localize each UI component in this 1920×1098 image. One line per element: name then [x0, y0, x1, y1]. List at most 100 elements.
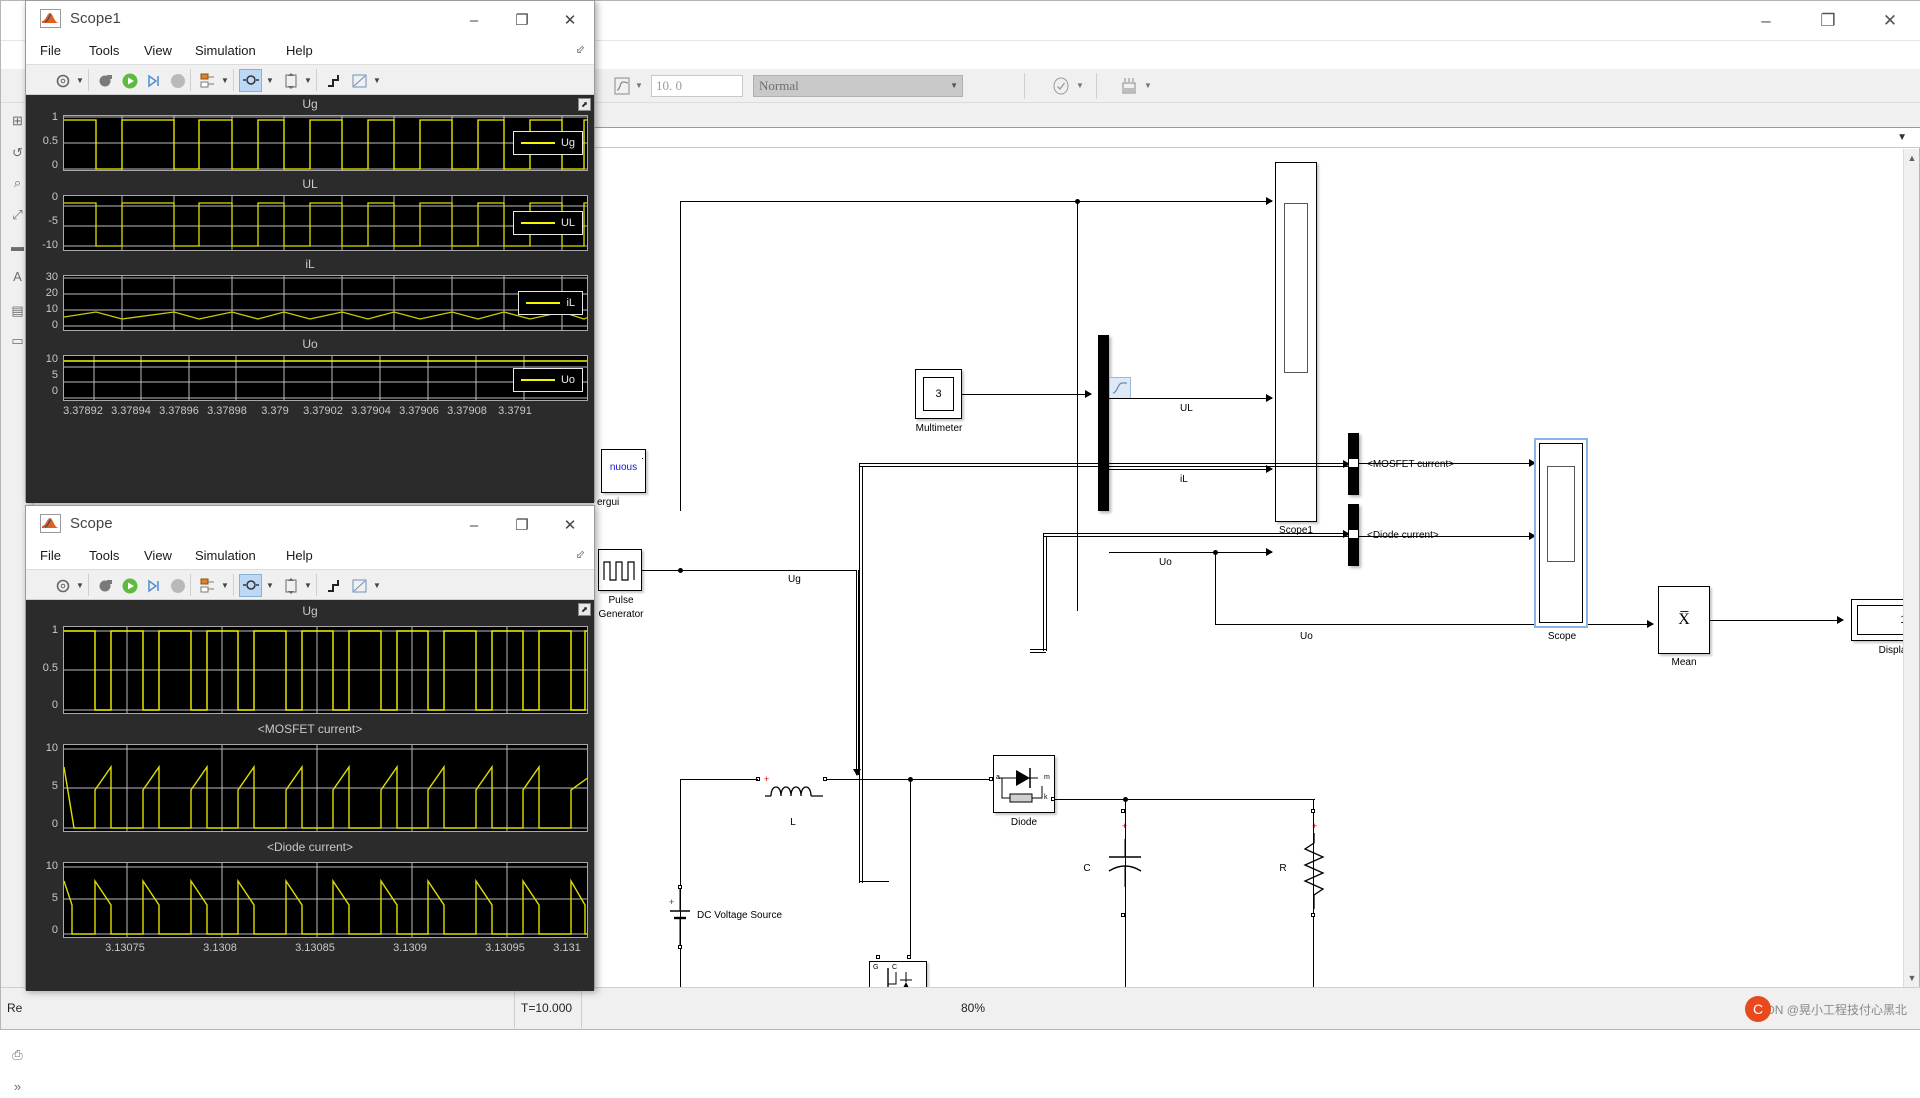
zoom-x-icon[interactable]: [239, 574, 262, 597]
measure-icon[interactable]: [322, 69, 345, 92]
layout-dropdown-caret[interactable]: ▼: [221, 581, 229, 590]
scope2-maximize-button[interactable]: ❐: [498, 506, 546, 544]
stop-icon[interactable]: [166, 574, 189, 597]
build-dropdown-caret[interactable]: ▼: [1144, 81, 1153, 90]
scope2-minimize-button[interactable]: –: [450, 506, 498, 544]
scope1-menu-view[interactable]: View: [144, 43, 172, 58]
scope1-plot-ul[interactable]: UL: [63, 195, 588, 251]
scope1-menu-file[interactable]: File: [40, 43, 61, 58]
config-dropdown-caret[interactable]: ▼: [76, 76, 84, 85]
scope-icon[interactable]: [609, 73, 635, 99]
scope1-menu-help[interactable]: Help: [286, 43, 313, 58]
cursor-icon[interactable]: [348, 574, 371, 597]
autoscale-dropdown-caret[interactable]: ▼: [304, 581, 312, 590]
build-icon[interactable]: [1116, 73, 1142, 99]
layout-icon[interactable]: [196, 69, 219, 92]
scope1-plot-uo[interactable]: Uo: [63, 355, 588, 401]
scope1-titlebar[interactable]: Scope1 – ❐ ✕: [26, 1, 594, 39]
zoom-dropdown-caret[interactable]: ▼: [266, 581, 274, 590]
autoscale-icon[interactable]: [279, 69, 302, 92]
scope1-window[interactable]: Scope1 – ❐ ✕ File Tools View Simulation …: [25, 0, 595, 503]
block-scope1[interactable]: [1275, 162, 1317, 522]
cursor-dropdown-caret[interactable]: ▼: [373, 581, 381, 590]
scope1-close-button[interactable]: ✕: [546, 1, 594, 39]
print-icon[interactable]: [94, 69, 117, 92]
scroll-up-icon[interactable]: ▲: [1906, 152, 1918, 164]
print-icon[interactable]: [94, 574, 117, 597]
layout-dropdown-caret[interactable]: ▼: [221, 76, 229, 85]
run-icon[interactable]: [118, 69, 141, 92]
close-button[interactable]: ✕: [1859, 1, 1920, 41]
run-icon[interactable]: [118, 574, 141, 597]
sim-mode-select[interactable]: Normal ▼: [753, 75, 963, 97]
block-bus-selector-diode[interactable]: [1348, 504, 1359, 566]
block-capacitor[interactable]: [1107, 839, 1143, 887]
scope1-plot-il[interactable]: iL: [63, 275, 588, 331]
scope2-menu-file[interactable]: File: [40, 548, 61, 563]
autoscale-dropdown-caret[interactable]: ▼: [304, 76, 312, 85]
scroll-down-icon[interactable]: ▼: [1906, 972, 1918, 984]
scope1-minimize-button[interactable]: –: [450, 1, 498, 39]
block-display[interactable]: 11.82: [1851, 599, 1903, 641]
step-icon[interactable]: [142, 574, 165, 597]
print-icon[interactable]: ⎙: [6, 1043, 29, 1066]
scope-dropdown-caret[interactable]: ▼: [635, 81, 644, 90]
scope2-menu-tools[interactable]: Tools: [89, 548, 119, 563]
cursor-icon[interactable]: [348, 69, 371, 92]
model-advisor-icon[interactable]: [1048, 73, 1074, 99]
block-mosfet[interactable]: G C E m: [869, 961, 927, 987]
scope2-menu-simulation[interactable]: Simulation: [195, 548, 256, 563]
chevron-down-icon[interactable]: ▼: [1897, 132, 1907, 143]
block-resistor[interactable]: [1301, 833, 1327, 909]
block-scope2[interactable]: [1534, 438, 1588, 628]
scope1-legend-il[interactable]: iL: [518, 291, 583, 315]
scope1-dock-icon[interactable]: ⬃: [576, 43, 585, 56]
autoscale-icon[interactable]: [279, 574, 302, 597]
scope2-dock-icon[interactable]: ⬃: [576, 548, 585, 561]
scope2-menu-help[interactable]: Help: [286, 548, 313, 563]
config-icon[interactable]: [51, 69, 74, 92]
config-dropdown-caret[interactable]: ▼: [76, 581, 84, 590]
block-pulse-generator[interactable]: [598, 549, 642, 591]
scope2-plot-ug[interactable]: [63, 626, 588, 714]
scope1-menu-simulation[interactable]: Simulation: [195, 43, 256, 58]
scope1-maximize-button[interactable]: ❐: [498, 1, 546, 39]
scope2-titlebar[interactable]: Scope – ❐ ✕: [26, 506, 594, 544]
block-diode[interactable]: a m k: [993, 755, 1055, 813]
scope1-plot-area[interactable]: ⬈ Ug 1 0.5 0 Ug UL 0 -5 -10 UL iL 30 20 …: [26, 95, 594, 503]
measure-icon[interactable]: [322, 574, 345, 597]
maximize-button[interactable]: ❐: [1797, 1, 1859, 41]
block-powergui[interactable]: nuous: [601, 449, 646, 493]
scope2-tb-sep-1: [88, 574, 89, 596]
block-bus-selector-mosfet[interactable]: [1348, 433, 1359, 495]
cursor-dropdown-caret[interactable]: ▼: [373, 76, 381, 85]
matlab-logo-icon: [40, 9, 61, 28]
step-icon[interactable]: [142, 69, 165, 92]
scope1-legend-uo[interactable]: Uo: [512, 368, 583, 392]
scope1-legend-ul[interactable]: UL: [512, 211, 583, 235]
scope2-menu-view[interactable]: View: [144, 548, 172, 563]
zoom-x-icon[interactable]: [239, 69, 262, 92]
advisor-dropdown-caret[interactable]: ▼: [1076, 81, 1085, 90]
minimize-button[interactable]: –: [1735, 1, 1797, 41]
expand-icon[interactable]: »: [6, 1075, 29, 1098]
stop-time-field[interactable]: 10. 0: [651, 75, 743, 97]
layout-icon[interactable]: [196, 574, 219, 597]
stop-icon[interactable]: [166, 69, 189, 92]
scope2-plot-mosfet[interactable]: [63, 744, 588, 832]
scope2-plot-diode[interactable]: [63, 862, 588, 938]
scope1-plot-ug[interactable]: Ug: [63, 115, 588, 171]
zoom-dropdown-caret[interactable]: ▼: [266, 76, 274, 85]
scope2-close-button[interactable]: ✕: [546, 506, 594, 544]
port-dc-top: [678, 885, 682, 889]
block-multimeter[interactable]: 3: [915, 369, 962, 419]
config-icon[interactable]: [51, 574, 74, 597]
canvas-vertical-scrollbar[interactable]: ▲ ▼: [1903, 149, 1919, 987]
scope2-window[interactable]: Scope – ❐ ✕ File Tools View Simulation H…: [25, 505, 595, 991]
scope1-legend-ug[interactable]: Ug: [512, 131, 583, 155]
block-mean[interactable]: X̅: [1658, 586, 1710, 654]
scope2-plot-area[interactable]: ⬈ Ug 1 0.5 0 <MOSFET current> 10 5 0 <Di…: [26, 600, 594, 991]
block-mux[interactable]: [1098, 335, 1109, 511]
scope1-menu-tools[interactable]: Tools: [89, 43, 119, 58]
block-inductor[interactable]: [765, 780, 831, 800]
